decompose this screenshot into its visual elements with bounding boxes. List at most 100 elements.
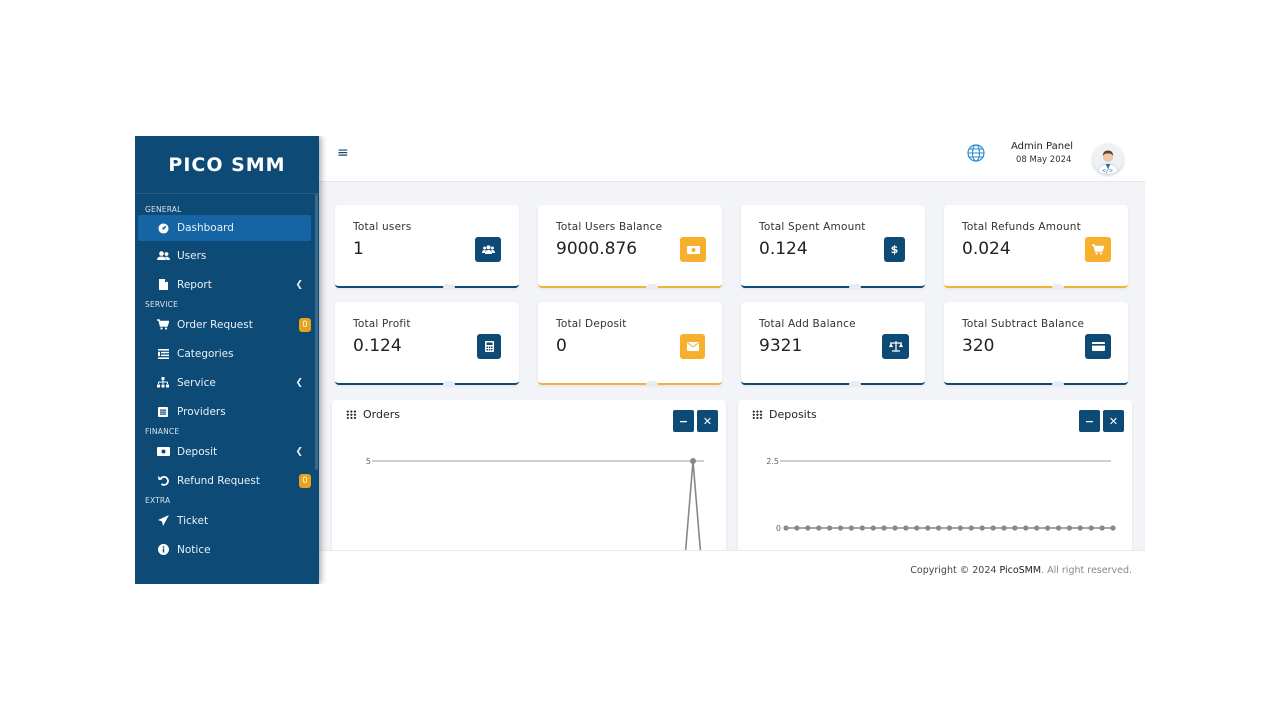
deposits-point bbox=[1088, 525, 1094, 531]
sidebar-item-label: Report bbox=[177, 278, 212, 291]
chevron-left-icon: ❮ bbox=[295, 377, 303, 388]
orders-panel: Orders − ✕ 5 bbox=[332, 400, 726, 570]
footer-brand-link[interactable]: PicoSMM bbox=[999, 565, 1041, 576]
stat-card-total-deposit: Total Deposit 0 bbox=[538, 302, 722, 385]
stat-label: Total Users Balance bbox=[556, 221, 663, 233]
sidebar-item-refund-request[interactable]: Refund Request 0 bbox=[138, 466, 311, 495]
paper-plane-icon bbox=[156, 515, 170, 526]
sidebar-item-report[interactable]: Report ❮ bbox=[138, 270, 311, 299]
deposits-point bbox=[914, 525, 920, 531]
deposits-point bbox=[892, 525, 898, 531]
list-icon bbox=[156, 348, 170, 359]
refund-request-badge: 0 bbox=[299, 473, 311, 488]
stat-label: Total Add Balance bbox=[759, 318, 856, 330]
avatar[interactable]: </> bbox=[1093, 144, 1123, 174]
app-window: PICO SMM GENERAL Dashboard Users Report … bbox=[135, 136, 1145, 584]
stat-card-total-users-balance: Total Users Balance 9000.876 bbox=[538, 205, 722, 288]
section-extra: EXTRA bbox=[145, 496, 171, 505]
sidebar: PICO SMM GENERAL Dashboard Users Report … bbox=[135, 136, 319, 584]
credit-card-icon bbox=[1085, 334, 1111, 359]
stat-card-total-spent-amount: Total Spent Amount 0.124 $ bbox=[741, 205, 925, 288]
sidebar-item-users[interactable]: Users bbox=[138, 241, 311, 270]
deposits-point bbox=[1077, 525, 1083, 531]
deposits-chart: 2.5 0 bbox=[766, 457, 1116, 533]
deposits-point bbox=[1055, 525, 1062, 531]
deposits-point bbox=[881, 525, 887, 531]
brand-logo[interactable]: PICO SMM bbox=[135, 136, 319, 194]
sidebar-item-label: Dashboard bbox=[177, 222, 234, 234]
stat-value: 0.124 bbox=[353, 336, 402, 356]
sidebar-item-label: Order Request bbox=[177, 318, 253, 331]
deposits-point bbox=[870, 525, 876, 531]
sidebar-item-deposit[interactable]: Deposit ❮ bbox=[138, 437, 311, 466]
balance-scale-icon bbox=[882, 334, 909, 359]
card-notch bbox=[646, 284, 658, 288]
deposits-point bbox=[957, 525, 963, 531]
cart-icon bbox=[1085, 237, 1111, 262]
card-notch bbox=[1052, 381, 1064, 385]
card-notch bbox=[849, 284, 861, 288]
orders-chart: 5 bbox=[366, 457, 704, 570]
sidebar-scrollbar[interactable] bbox=[315, 194, 318, 470]
deposits-point bbox=[925, 525, 931, 531]
sidebar-item-order-request[interactable]: Order Request 0 bbox=[138, 310, 311, 339]
stat-card-total-subtract-balance: Total Subtract Balance 320 bbox=[944, 302, 1128, 385]
stat-value: 0 bbox=[556, 336, 567, 356]
sidebar-item-label: Service bbox=[177, 376, 216, 389]
copyright-text: Copyright © 2024 PicoSMM. All right rese… bbox=[910, 565, 1132, 576]
deposits-point bbox=[1045, 525, 1051, 531]
undo-icon bbox=[156, 475, 170, 486]
stat-value: 320 bbox=[962, 336, 995, 356]
globe-icon[interactable] bbox=[967, 144, 985, 166]
deposits-point bbox=[1012, 525, 1018, 531]
file-icon bbox=[156, 279, 170, 290]
sidebar-item-label: Ticket bbox=[177, 514, 209, 527]
sidebar-item-notice[interactable]: Notice bbox=[138, 535, 311, 564]
deposits-point bbox=[827, 525, 833, 531]
sidebar-item-dashboard[interactable]: Dashboard bbox=[138, 215, 311, 241]
card-notch bbox=[849, 381, 861, 385]
orders-ytick: 5 bbox=[366, 457, 371, 466]
deposits-point bbox=[794, 525, 800, 531]
calculator-icon bbox=[477, 334, 501, 359]
chevron-left-icon: ❮ bbox=[295, 446, 303, 457]
deposits-point bbox=[848, 525, 854, 531]
deposits-point bbox=[990, 525, 996, 531]
admin-title: Admin Panel bbox=[1011, 141, 1074, 152]
stat-label: Total Profit bbox=[353, 318, 411, 330]
stat-card-total-refunds-amount: Total Refunds Amount 0.024 bbox=[944, 205, 1128, 288]
deposits-ytick-top: 2.5 bbox=[766, 457, 779, 466]
stat-value: 0.124 bbox=[759, 239, 808, 259]
svg-text:</>: </> bbox=[1102, 168, 1113, 175]
stat-label: Total Refunds Amount bbox=[962, 221, 1081, 233]
sidebar-item-label: Users bbox=[177, 249, 207, 262]
sidebar-item-label: Deposit bbox=[177, 445, 218, 458]
deposits-ytick-zero: 0 bbox=[776, 524, 781, 533]
sidebar-item-ticket[interactable]: Ticket bbox=[138, 506, 311, 535]
stat-card-total-profit: Total Profit 0.124 bbox=[335, 302, 519, 385]
users-icon bbox=[475, 237, 501, 262]
card-notch bbox=[443, 381, 455, 385]
sidebar-item-label: Providers bbox=[177, 405, 226, 418]
stat-value: 9000.876 bbox=[556, 239, 638, 259]
money-icon bbox=[156, 447, 170, 456]
deposits-panel: Deposits − ✕ 2.5 0 bbox=[738, 400, 1132, 570]
stat-value: 1 bbox=[353, 239, 364, 259]
deposits-point bbox=[837, 525, 844, 531]
footer: Copyright © 2024 PicoSMM. All right rese… bbox=[319, 550, 1145, 584]
section-service: SERVICE bbox=[145, 300, 179, 309]
deposits-point bbox=[1066, 525, 1072, 531]
copyright-prefix: Copyright © 2024 bbox=[910, 565, 1000, 576]
deposits-point bbox=[859, 525, 865, 531]
sidebar-item-service[interactable]: Service ❮ bbox=[138, 368, 311, 397]
sidebar-item-providers[interactable]: Providers bbox=[138, 397, 311, 426]
users-icon bbox=[156, 250, 170, 261]
hamburger-icon[interactable]: ≡ bbox=[337, 145, 349, 161]
sidebar-item-categories[interactable]: Categories bbox=[138, 339, 311, 368]
deposits-point bbox=[1099, 525, 1105, 531]
money-bill-icon bbox=[680, 237, 706, 262]
stat-value: 9321 bbox=[759, 336, 803, 356]
stat-card-total-add-balance: Total Add Balance 9321 bbox=[741, 302, 925, 385]
deposits-point bbox=[805, 525, 811, 531]
stat-label: Total Subtract Balance bbox=[962, 318, 1085, 330]
